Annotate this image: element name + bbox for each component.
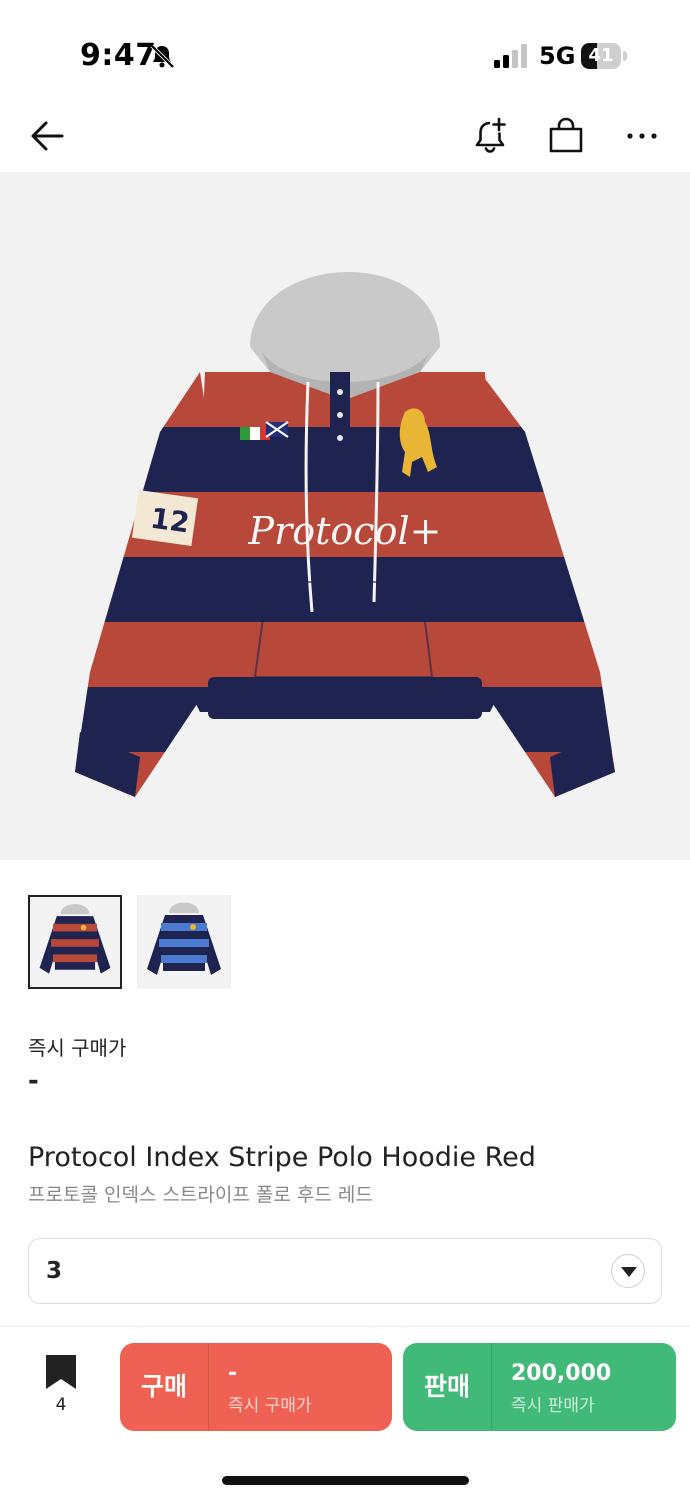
size-select[interactable]: 3 [28,1238,662,1304]
instant-buy-price: - [28,1066,39,1096]
thumbnail-blue[interactable] [137,895,231,989]
thumbnail-red[interactable] [28,895,122,989]
hoodie-illustration: Protocol+ 12 [75,271,615,797]
thumbnail-red-image [39,904,111,974]
buy-price: - [228,1361,238,1386]
home-indicator[interactable] [222,1476,469,1485]
status-time: 9:47 [80,38,157,73]
product-main-image[interactable]: Protocol+ 12 [0,172,690,860]
buy-label: 구매 [140,1372,187,1401]
bookmark-count: 4 [55,1395,67,1415]
status-bar: 9:47 5G 41 [0,0,690,100]
buy-divider [208,1343,209,1431]
bookmark-button[interactable]: 4 [44,1355,78,1415]
cellular-signal-icon [492,44,530,68]
bell-off-icon [148,42,176,70]
sell-button[interactable]: 판매 200,000 즉시 판매가 [403,1343,676,1431]
bottom-action-bar: 4 구매 - 즉시 구매가 판매 200,000 즉시 판매가 [0,1326,690,1501]
buy-sub-label: 즉시 구매가 [228,1396,312,1416]
sell-divider [491,1343,492,1431]
instant-buy-label: 즉시 구매가 [28,1036,127,1060]
bell-plus-icon[interactable] [468,114,512,158]
buy-button[interactable]: 구매 - 즉시 구매가 [120,1343,392,1431]
more-dots-icon[interactable] [620,114,664,158]
logo-text: Protocol+ [248,509,442,553]
sleeve-number: 12 [148,501,191,539]
sell-price: 200,000 [511,1361,612,1386]
thumbnail-blue-image [147,902,221,975]
shopping-bag-icon[interactable] [544,114,588,158]
bookmark-icon [46,1355,76,1389]
sell-sub-label: 즉시 판매가 [511,1396,595,1416]
battery-icon: 41 [581,43,627,69]
network-type: 5G [539,42,576,70]
dropdown-arrow-icon[interactable] [611,1254,645,1288]
top-nav-bar [0,100,690,172]
product-name: Protocol Index Stripe Polo Hoodie Red [28,1142,536,1173]
size-value: 3 [46,1258,63,1284]
battery-level: 41 [588,45,614,66]
sell-label: 판매 [423,1372,470,1401]
back-arrow-icon[interactable] [26,114,70,158]
product-name-korean: 프로토콜 인덱스 스트라이프 폴로 후드 레드 [28,1184,373,1206]
